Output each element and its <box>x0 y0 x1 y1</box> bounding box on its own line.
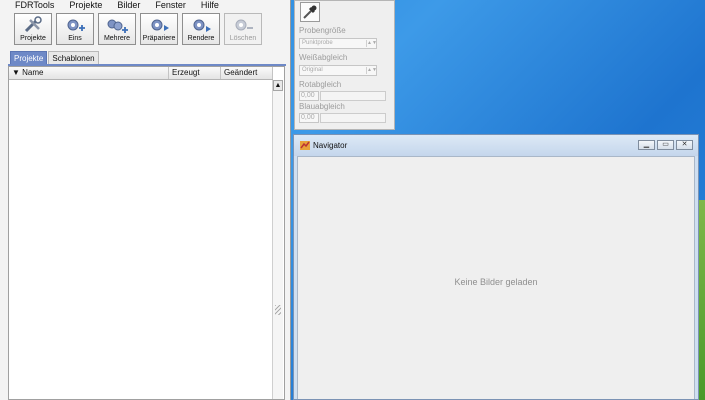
loeschen-button[interactable]: Löschen <box>224 13 262 45</box>
navigator-titlebar[interactable]: Navigator ▁ ▭ ✕ <box>294 135 698 156</box>
window-controls: ▁ ▭ ✕ <box>638 140 693 150</box>
tools-icon <box>24 16 42 33</box>
red-balance-label: Rotabgleich <box>299 80 342 89</box>
toolbar: Projekte Eins Mehrere Präpariere Rendere… <box>14 13 266 47</box>
blue-balance-label: Blauabgleich <box>299 102 345 111</box>
tab-bar: Projekte Schablonen <box>10 51 100 64</box>
spinner-icon: ▲▼ <box>366 67 377 74</box>
adjustment-panel: Probengröße Punktprobe ▲▼ Weißabgleich O… <box>294 0 395 130</box>
projekte-button[interactable]: Projekte <box>14 13 52 45</box>
eins-button[interactable]: Eins <box>56 13 94 45</box>
mehrere-button[interactable]: Mehrere <box>98 13 136 45</box>
column-name[interactable]: ▼ Name <box>9 67 169 79</box>
sample-size-label: Probengröße <box>299 26 346 35</box>
eyedropper-icon <box>303 5 317 19</box>
navigator-window: Navigator ▁ ▭ ✕ Keine Bilder geladen <box>293 134 699 400</box>
gear-play-icon <box>151 19 169 31</box>
minimize-button[interactable]: ▁ <box>638 140 655 150</box>
close-button[interactable]: ✕ <box>676 140 693 150</box>
table-header: ▼ Name Erzeugt Geändert <box>9 67 273 80</box>
white-balance-select[interactable]: Original ▲▼ <box>299 65 377 76</box>
menubar: FDRTools Projekte Bilder Fenster Hilfe <box>0 0 290 11</box>
navigator-title: Navigator <box>313 141 348 150</box>
navigator-content: Keine Bilder geladen <box>297 156 695 399</box>
column-geaendert[interactable]: Geändert <box>221 67 273 79</box>
red-balance-field[interactable]: 0,00 <box>299 91 319 101</box>
menu-bilder[interactable]: Bilder <box>107 0 145 11</box>
white-balance-label: Weißabgleich <box>299 53 348 62</box>
gear-remove-icon <box>235 19 253 31</box>
red-balance-slider[interactable] <box>320 91 386 101</box>
sort-down-icon: ▼ <box>12 68 20 77</box>
app-icon <box>300 141 310 150</box>
rendere-button[interactable]: Rendere <box>182 13 220 45</box>
menu-hilfe[interactable]: Hilfe <box>191 0 224 11</box>
fdrtools-main-window: FDRTools Projekte Bilder Fenster Hilfe P… <box>0 0 291 400</box>
tab-projekte[interactable]: Projekte <box>10 51 48 64</box>
blue-balance-field[interactable]: 0,00 <box>299 113 319 123</box>
sample-size-select[interactable]: Punktprobe ▲▼ <box>299 38 377 49</box>
pipette-button[interactable] <box>300 2 320 22</box>
tab-schablonen[interactable]: Schablonen <box>48 51 99 64</box>
gear-add-icon <box>67 19 85 31</box>
menu-fenster[interactable]: Fenster <box>145 0 191 11</box>
column-erzeugt[interactable]: Erzeugt <box>169 67 221 79</box>
spinner-icon: ▲▼ <box>366 40 377 47</box>
praepariere-button[interactable]: Präpariere <box>140 13 178 45</box>
split-grip-icon[interactable] <box>275 305 281 315</box>
gears-add-icon <box>107 19 128 33</box>
project-table: ▼ Name Erzeugt Geändert ▲ <box>8 66 285 400</box>
blue-balance-slider[interactable] <box>320 113 386 123</box>
menu-fdrtools[interactable]: FDRTools <box>0 0 59 11</box>
empty-message: Keine Bilder geladen <box>454 277 538 287</box>
scroll-up-button[interactable]: ▲ <box>273 80 283 91</box>
maximize-button[interactable]: ▭ <box>657 140 674 150</box>
menu-projekte[interactable]: Projekte <box>59 0 107 11</box>
gear-render-icon <box>193 19 211 32</box>
vertical-scrollbar[interactable] <box>272 80 283 399</box>
desktop-wallpaper-edge <box>699 200 705 400</box>
